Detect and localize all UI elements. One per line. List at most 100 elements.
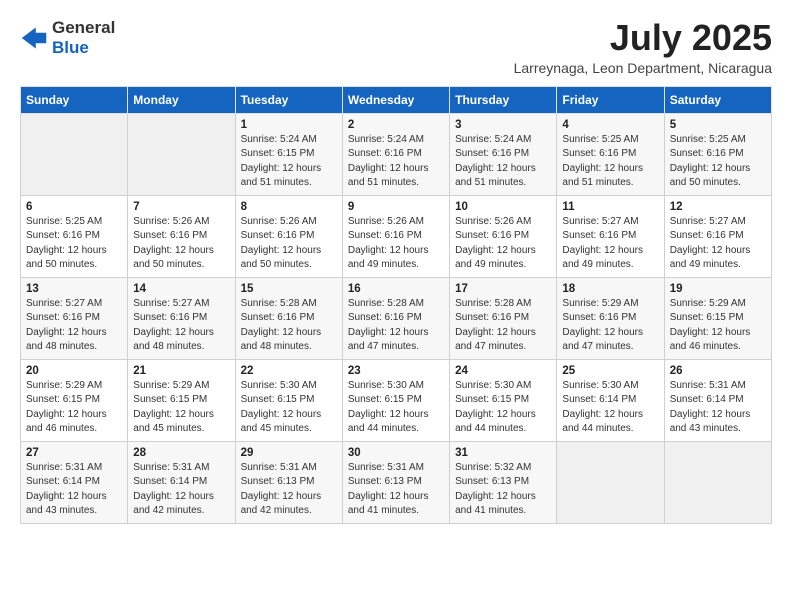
day-sun-info: Sunrise: 5:29 AMSunset: 6:15 PMDaylight:… [133,379,229,437]
day-number: 29 [241,447,337,459]
day-sun-info: Sunrise: 5:27 AMSunset: 6:16 PMDaylight:… [562,215,658,273]
day-number: 12 [670,201,766,213]
weekday-friday: Friday [557,86,664,113]
day-sun-info: Sunrise: 5:26 AMSunset: 6:16 PMDaylight:… [241,215,337,273]
day-sun-info: Sunrise: 5:31 AMSunset: 6:14 PMDaylight:… [26,461,122,519]
day-sun-info: Sunrise: 5:30 AMSunset: 6:15 PMDaylight:… [348,379,444,437]
calendar-cell: 30 Sunrise: 5:31 AMSunset: 6:13 PMDayligh… [342,441,449,523]
day-number: 20 [26,365,122,377]
day-sun-info: Sunrise: 5:31 AMSunset: 6:14 PMDaylight:… [670,379,766,437]
day-number: 27 [26,447,122,459]
calendar-cell: 9 Sunrise: 5:26 AMSunset: 6:16 PMDaylight… [342,195,449,277]
calendar-cell: 18Sunrise: 5:29 AMSunset: 6:16 PMDayligh… [557,277,664,359]
day-number: 9 [348,201,444,213]
calendar-cell: 12 Sunrise: 5:27 AMSunset: 6:16 PMDayligh… [664,195,771,277]
day-sun-info: Sunrise: 5:26 AMSunset: 6:16 PMDaylight:… [133,215,229,273]
day-number: 1 [241,119,337,131]
logo-blue: Blue [52,38,89,57]
calendar-cell: 15 Sunrise: 5:28 AMSunset: 6:16 PMDayligh… [235,277,342,359]
weekday-thursday: Thursday [450,86,557,113]
calendar-cell: 23 Sunrise: 5:30 AMSunset: 6:15 PMDayligh… [342,359,449,441]
day-number: 31 [455,447,551,459]
month-title: July 2025 [514,18,772,58]
day-number: 30 [348,447,444,459]
day-number: 10 [455,201,551,213]
day-number: 17 [455,283,551,295]
day-sun-info: Sunrise: 5:26 AMSunset: 6:16 PMDaylight:… [348,215,444,273]
day-number: 15 [241,283,337,295]
day-number: 26 [670,365,766,377]
calendar-cell [664,441,771,523]
day-number: 5 [670,119,766,131]
calendar-cell: 6Sunrise: 5:25 AMSunset: 6:16 PMDaylight… [21,195,128,277]
day-sun-info: Sunrise: 5:29 AMSunset: 6:16 PMDaylight:… [562,297,658,355]
calendar-cell: 26 Sunrise: 5:31 AMSunset: 6:14 PMDayligh… [664,359,771,441]
day-number: 3 [455,119,551,131]
calendar-cell: 2 Sunrise: 5:24 AMSunset: 6:16 PMDaylight… [342,113,449,195]
calendar-week-3: 13Sunrise: 5:27 AMSunset: 6:16 PMDayligh… [21,277,772,359]
day-sun-info: Sunrise: 5:24 AMSunset: 6:15 PMDaylight:… [241,133,337,191]
calendar-page: General Blue July 2025 Larreynaga, Leon … [0,0,792,612]
day-sun-info: Sunrise: 5:26 AMSunset: 6:16 PMDaylight:… [455,215,551,273]
calendar-week-5: 27 Sunrise: 5:31 AMSunset: 6:14 PMDayligh… [21,441,772,523]
calendar-cell [128,113,235,195]
day-sun-info: Sunrise: 5:24 AMSunset: 6:16 PMDaylight:… [455,133,551,191]
calendar-week-2: 6Sunrise: 5:25 AMSunset: 6:16 PMDaylight… [21,195,772,277]
location-title: Larreynaga, Leon Department, Nicaragua [514,60,772,76]
day-sun-info: Sunrise: 5:29 AMSunset: 6:15 PMDaylight:… [670,297,766,355]
day-sun-info: Sunrise: 5:31 AMSunset: 6:13 PMDaylight:… [241,461,337,519]
logo-text: General Blue [52,18,115,59]
calendar-cell: 11 Sunrise: 5:27 AMSunset: 6:16 PMDayligh… [557,195,664,277]
calendar-cell: 28Sunrise: 5:31 AMSunset: 6:14 PMDayligh… [128,441,235,523]
calendar-cell: 16 Sunrise: 5:28 AMSunset: 6:16 PMDayligh… [342,277,449,359]
day-sun-info: Sunrise: 5:27 AMSunset: 6:16 PMDaylight:… [670,215,766,273]
title-area: July 2025 Larreynaga, Leon Department, N… [514,18,772,76]
day-number: 4 [562,119,658,131]
weekday-wednesday: Wednesday [342,86,449,113]
calendar-cell: 20 Sunrise: 5:29 AMSunset: 6:15 PMDayligh… [21,359,128,441]
day-sun-info: Sunrise: 5:29 AMSunset: 6:15 PMDaylight:… [26,379,122,437]
calendar-cell: 1 Sunrise: 5:24 AMSunset: 6:15 PMDaylight… [235,113,342,195]
day-number: 13 [26,283,122,295]
calendar-cell: 24 Sunrise: 5:30 AMSunset: 6:15 PMDayligh… [450,359,557,441]
day-sun-info: Sunrise: 5:31 AMSunset: 6:14 PMDaylight:… [133,461,229,519]
weekday-header-row: SundayMondayTuesdayWednesdayThursdayFrid… [21,86,772,113]
calendar-cell: 3 Sunrise: 5:24 AMSunset: 6:16 PMDaylight… [450,113,557,195]
logo-icon [20,24,48,52]
day-number: 2 [348,119,444,131]
day-sun-info: Sunrise: 5:28 AMSunset: 6:16 PMDaylight:… [455,297,551,355]
day-sun-info: Sunrise: 5:24 AMSunset: 6:16 PMDaylight:… [348,133,444,191]
day-sun-info: Sunrise: 5:30 AMSunset: 6:14 PMDaylight:… [562,379,658,437]
calendar-cell: 17 Sunrise: 5:28 AMSunset: 6:16 PMDayligh… [450,277,557,359]
day-number: 24 [455,365,551,377]
logo-general: General [52,18,115,37]
calendar-cell: 19Sunrise: 5:29 AMSunset: 6:15 PMDayligh… [664,277,771,359]
calendar-table: SundayMondayTuesdayWednesdayThursdayFrid… [20,86,772,524]
logo: General Blue [20,18,115,59]
weekday-saturday: Saturday [664,86,771,113]
day-number: 16 [348,283,444,295]
day-number: 22 [241,365,337,377]
day-number: 8 [241,201,337,213]
day-sun-info: Sunrise: 5:31 AMSunset: 6:13 PMDaylight:… [348,461,444,519]
day-number: 7 [133,201,229,213]
weekday-monday: Monday [128,86,235,113]
day-number: 11 [562,201,658,213]
calendar-cell: 4 Sunrise: 5:25 AMSunset: 6:16 PMDaylight… [557,113,664,195]
calendar-cell [557,441,664,523]
calendar-cell: 10 Sunrise: 5:26 AMSunset: 6:16 PMDayligh… [450,195,557,277]
day-sun-info: Sunrise: 5:28 AMSunset: 6:16 PMDaylight:… [241,297,337,355]
day-sun-info: Sunrise: 5:32 AMSunset: 6:13 PMDaylight:… [455,461,551,519]
weekday-sunday: Sunday [21,86,128,113]
day-sun-info: Sunrise: 5:25 AMSunset: 6:16 PMDaylight:… [562,133,658,191]
calendar-cell: 25Sunrise: 5:30 AMSunset: 6:14 PMDayligh… [557,359,664,441]
weekday-tuesday: Tuesday [235,86,342,113]
calendar-cell: 22Sunrise: 5:30 AMSunset: 6:15 PMDayligh… [235,359,342,441]
day-sun-info: Sunrise: 5:30 AMSunset: 6:15 PMDaylight:… [455,379,551,437]
day-number: 14 [133,283,229,295]
day-sun-info: Sunrise: 5:28 AMSunset: 6:16 PMDaylight:… [348,297,444,355]
calendar-cell: 29 Sunrise: 5:31 AMSunset: 6:13 PMDayligh… [235,441,342,523]
day-number: 23 [348,365,444,377]
day-number: 6 [26,201,122,213]
calendar-cell [21,113,128,195]
